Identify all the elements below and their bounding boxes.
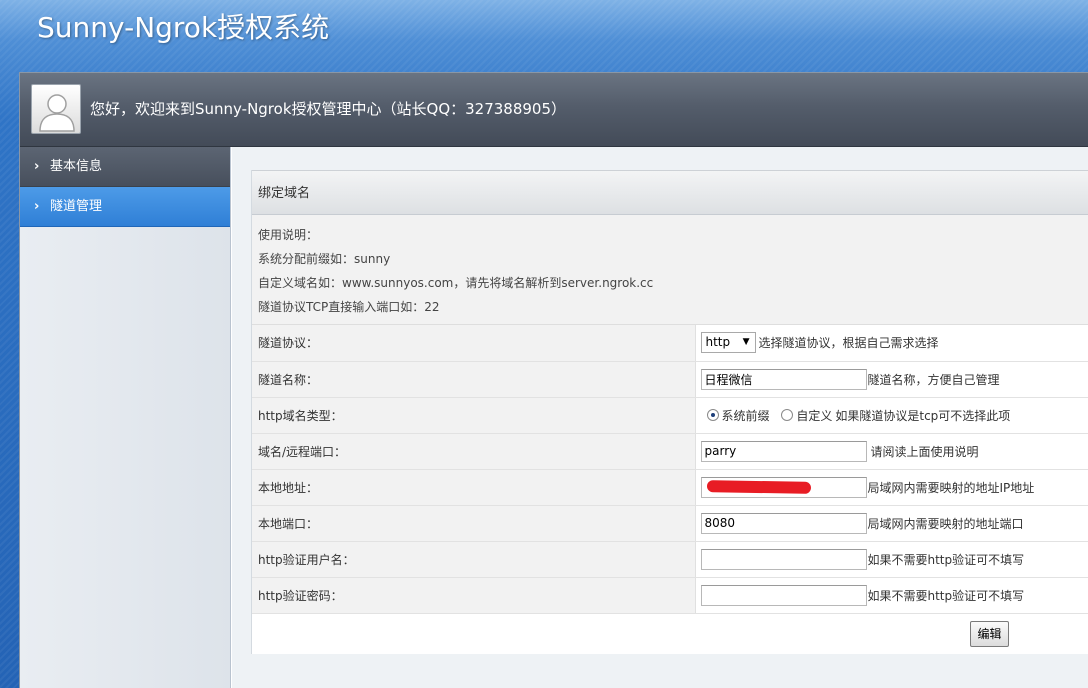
remote-port-hint: 请阅读上面使用说明 — [870, 444, 979, 459]
instructions: 使用说明： 系统分配前缀如：sunny 自定义域名如：www.sunnyos.c… — [252, 215, 1088, 325]
edit-button[interactable]: 编辑 — [970, 620, 1009, 647]
instruction-line: 使用说明： — [258, 228, 319, 242]
instruction-line: 隧道协议TCP直接输入端口如：22 — [258, 300, 440, 314]
bind-domain-panel: 绑定域名 使用说明： 系统分配前缀如：sunny 自定义域名如：www.sunn… — [251, 170, 1088, 654]
sidebar-item-label: 基本信息 — [50, 159, 103, 174]
local-port-label: 本地端口： — [252, 505, 696, 542]
chevron-right-icon: › — [34, 159, 40, 174]
instruction-line: 系统分配前缀如：sunny — [258, 252, 391, 266]
site-title: Sunny-Ngrok授权系统 — [37, 11, 330, 44]
tunnel-name-hint: 隧道名称，方便自己管理 — [867, 372, 1000, 387]
form-row-auth-pass: http验证密码： 如果不需要http验证可不填写 — [252, 577, 1088, 614]
panel-title: 绑定域名 — [252, 170, 1088, 215]
local-port-hint: 局域网内需要映射的地址端口 — [867, 516, 1024, 531]
form-row-protocol: 隧道协议： http ▼ 选择隧道协议，根据自己需求选择 — [252, 325, 1088, 362]
auth-user-hint: 如果不需要http验证可不填写 — [867, 552, 1025, 567]
sidebar: › 基本信息 › 隧道管理 — [20, 147, 231, 688]
instruction-line: 自定义域名如：www.sunnyos.com，请先将域名解析到server.ng… — [258, 276, 654, 290]
auth-user-label: http验证用户名： — [252, 541, 696, 578]
radio-system-prefix[interactable] — [706, 409, 719, 421]
remote-port-label: 域名/远程端口： — [252, 433, 696, 470]
form-row-local-address: 本地地址： 局域网内需要映射的地址IP地址 — [252, 469, 1088, 506]
form-row-name: 隧道名称： 隧道名称，方便自己管理 — [252, 361, 1088, 398]
main-frame: 您好，欢迎来到Sunny-Ngrok授权管理中心（站长QQ：327388905）… — [19, 72, 1088, 688]
auth-pass-hint: 如果不需要http验证可不填写 — [867, 588, 1025, 603]
sidebar-item-label: 隧道管理 — [50, 199, 103, 214]
chevron-right-icon: › — [34, 199, 40, 214]
radio-system-prefix-label: 系统前缀 — [721, 408, 770, 423]
main-content: 绑定域名 使用说明： 系统分配前缀如：sunny 自定义域名如：www.sunn… — [232, 147, 1088, 688]
remote-port-input[interactable] — [700, 440, 867, 462]
submit-row: 编辑 — [252, 614, 1088, 654]
tunnel-name-input[interactable] — [700, 368, 867, 390]
domain-type-label: http域名类型： — [252, 397, 696, 434]
form-row-local-port: 本地端口： 局域网内需要映射的地址端口 — [252, 505, 1088, 542]
protocol-selected-value: http — [705, 335, 731, 350]
form-row-auth-user: http验证用户名： 如果不需要http验证可不填写 — [252, 541, 1088, 578]
local-address-label: 本地地址： — [252, 469, 696, 506]
radio-custom-label: 自定义 — [796, 408, 833, 423]
auth-pass-input[interactable] — [700, 584, 867, 606]
avatar-icon — [31, 84, 81, 134]
sidebar-item-tunnel-management[interactable]: › 隧道管理 — [20, 187, 230, 227]
dropdown-arrow-icon: ▼ — [742, 337, 750, 348]
form-row-domain-type: http域名类型： 系统前缀 自定义 如果隧道协议是tcp可不选择此项 — [252, 397, 1088, 434]
form-row-remote: 域名/远程端口： 请阅读上面使用说明 — [252, 433, 1088, 470]
protocol-select[interactable]: http ▼ — [700, 332, 756, 354]
header-bar: 您好，欢迎来到Sunny-Ngrok授权管理中心（站长QQ：327388905） — [20, 73, 1088, 147]
protocol-hint: 选择隧道协议，根据自己需求选择 — [758, 336, 939, 351]
auth-user-input[interactable] — [700, 548, 867, 570]
local-address-hint: 局域网内需要映射的地址IP地址 — [867, 480, 1035, 495]
auth-pass-label: http验证密码： — [252, 577, 696, 614]
tunnel-form: 隧道协议： http ▼ 选择隧道协议，根据自己需求选择 隧道名称： 隧道名称，方便… — [252, 325, 1088, 614]
tunnel-name-label: 隧道名称： — [252, 361, 696, 398]
sidebar-item-basic-info[interactable]: › 基本信息 — [20, 147, 230, 187]
domain-type-hint: 如果隧道协议是tcp可不选择此项 — [835, 408, 1011, 423]
welcome-text: 您好，欢迎来到Sunny-Ngrok授权管理中心（站长QQ：327388905） — [90, 100, 567, 118]
radio-custom[interactable] — [781, 409, 794, 421]
protocol-label: 隧道协议： — [252, 325, 696, 362]
local-port-input[interactable] — [700, 512, 867, 534]
redaction-mark — [706, 479, 811, 494]
